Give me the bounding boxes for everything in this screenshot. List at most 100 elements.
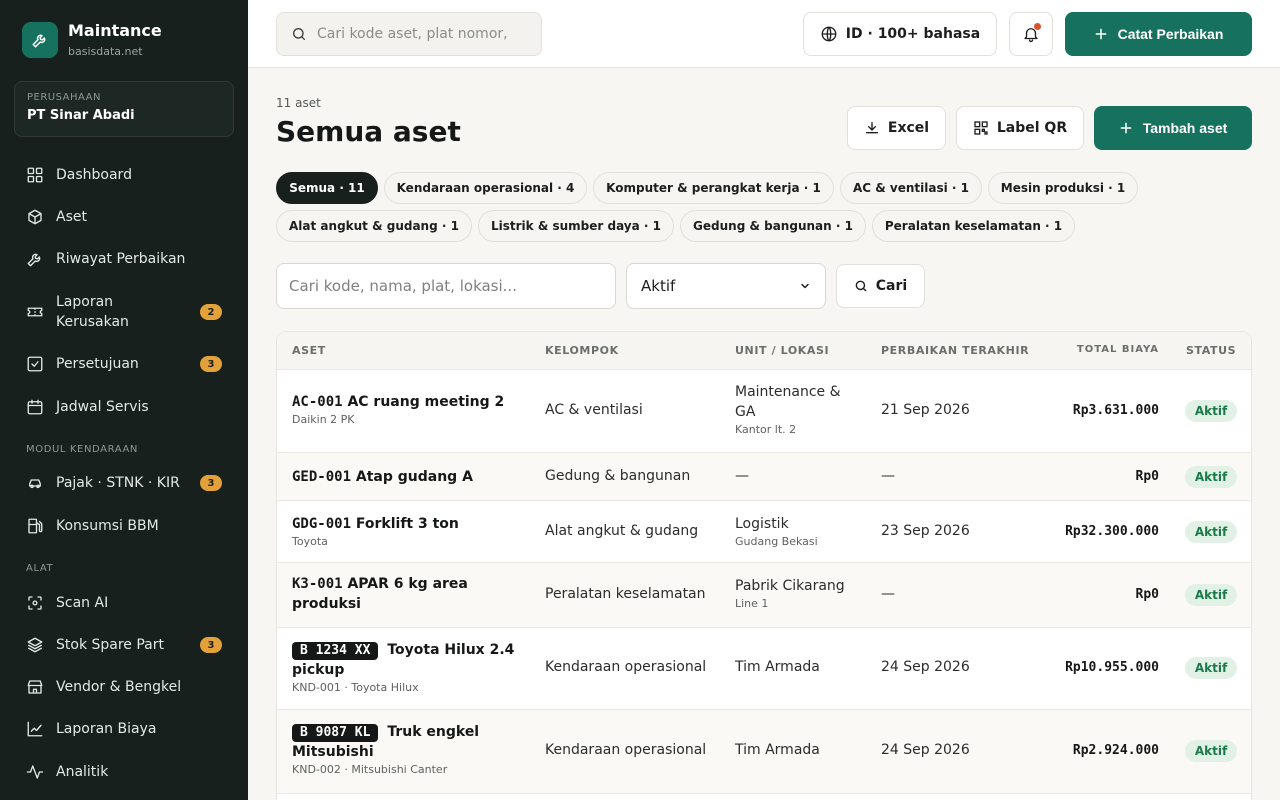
column-header-aset[interactable]: ASET [292, 344, 326, 357]
column-header-total-biaya[interactable]: TOTAL BIAYA [1077, 344, 1159, 355]
sidebar-item-riwayat-perbaikan[interactable]: Riwayat Perbaikan [14, 249, 234, 269]
calendar-icon [26, 398, 44, 416]
catat-perbaikan-button[interactable]: Catat Perbaikan [1065, 12, 1252, 56]
qr-label: Label QR [996, 120, 1068, 136]
asset-cell[interactable]: GED-001 Atap gudang A [292, 467, 532, 487]
chip-alat-angkut[interactable]: Alat angkut & gudang · 1 [276, 210, 472, 242]
asset-subtitle: KND-002 · Mitsubishi Canter [292, 763, 448, 776]
asset-code: GED-001 [292, 469, 352, 485]
sidebar-item-jadwal-servis[interactable]: Jadwal Servis [14, 397, 234, 417]
asset-cell[interactable]: B 9087 KL Truk engkel Mitsubishi KND-002… [292, 722, 517, 776]
notifications-button[interactable] [1009, 12, 1053, 56]
brand-title: Maintance [68, 21, 162, 40]
chip-listrik[interactable]: Listrik & sumber daya · 1 [478, 210, 674, 242]
chevron-down-icon [799, 280, 811, 292]
column-header-perbaikan-terakhir[interactable]: PERBAIKAN TERAKHIR [881, 344, 1029, 357]
global-search-input[interactable] [317, 26, 517, 42]
asset-table: ASET KELOMPOK UNIT / LOKASI PERBAIKAN TE… [276, 331, 1252, 800]
unit-name: Pabrik Cikarang [735, 578, 845, 594]
column-header-kelompok[interactable]: KELOMPOK [545, 344, 619, 357]
language-button[interactable]: ID · 100+ bahasa [803, 12, 997, 56]
company-switcher[interactable]: PERUSAHAAN PT Sinar Abadi [14, 81, 234, 137]
brand[interactable]: Maintance basisdata.net [22, 21, 162, 58]
sidebar-item-persetujuan[interactable]: Persetujuan 3 [14, 354, 234, 374]
topbar: ID · 100+ bahasa Catat Perbaikan [248, 0, 1280, 68]
table-row[interactable]: GDG-001 Forklift 3 ton Toyota Alat angku… [277, 501, 1251, 563]
unit-name: Maintenance & GA [735, 384, 841, 420]
grid-icon [26, 166, 44, 184]
last-repair-date: 24 Sep 2026 [881, 659, 970, 675]
sidebar-item-konsumsi-bbm[interactable]: Konsumsi BBM [14, 516, 234, 536]
asset-cell[interactable]: B 1234 XX Toyota Hilux 2.4 pickup KND-00… [292, 640, 517, 694]
sidebar-item-vendor-bengkel[interactable]: Vendor & Bengkel [14, 677, 234, 697]
sidebar-item-laporan-biaya[interactable]: Laporan Biaya [14, 719, 234, 739]
sidebar-item-analitik[interactable]: Analitik [14, 762, 234, 782]
asset-name: Atap gudang A [355, 469, 473, 485]
table-row[interactable]: K3-001 APAR 6 kg area produksi Peralatan… [277, 563, 1251, 628]
asset-cell[interactable]: GDG-001 Forklift 3 ton Toyota [292, 514, 532, 548]
language-label: ID · 100+ bahasa [845, 26, 981, 42]
label-qr-button[interactable]: Label QR [956, 106, 1084, 150]
total-cost: Rp3.631.000 [1072, 403, 1159, 418]
sidebar-item-label: Vendor & Bengkel [56, 679, 182, 695]
unit-name: Tim Armada [735, 659, 820, 675]
sidebar-item-label: Stok Spare Part [56, 637, 165, 653]
column-header-status[interactable]: STATUS [1186, 344, 1236, 357]
table-row[interactable]: AC-001 AC ruang meeting 2 Daikin 2 PK AC… [277, 370, 1251, 453]
chip-peralatan-keselamatan[interactable]: Peralatan keselamatan · 1 [872, 210, 1075, 242]
status-select[interactable]: Aktif [626, 263, 826, 309]
qr-code-icon [973, 120, 997, 136]
column-header-unit-lokasi[interactable]: UNIT / LOKASI [735, 344, 829, 357]
cari-button[interactable]: Cari [836, 264, 925, 308]
sidebar-item-label: Konsumsi BBM [56, 518, 159, 534]
asset-name: Forklift 3 ton [355, 516, 459, 532]
company-label: PERUSAHAAN [27, 92, 101, 103]
sidebar-item-dashboard[interactable]: Dashboard [14, 165, 234, 185]
sidebar-item-stok-spare-part[interactable]: Stok Spare Part 3 [14, 635, 234, 655]
tambah-aset-button[interactable]: Tambah aset [1094, 106, 1252, 150]
table-row[interactable]: B 1234 XX Toyota Hilux 2.4 pickup KND-00… [277, 628, 1251, 710]
asset-cell[interactable]: K3-001 APAR 6 kg area produksi [292, 574, 492, 614]
table-row[interactable]: GED-001 Atap gudang A Gedung & bangunan … [277, 453, 1251, 501]
sidebar-item-label: Aset [56, 209, 87, 225]
asset-cell[interactable]: AC-001 AC ruang meeting 2 Daikin 2 PK [292, 392, 532, 426]
sidebar: Maintance basisdata.net PERUSAHAAN PT Si… [0, 0, 248, 800]
sidebar-item-label: Persetujuan [56, 356, 139, 372]
unit-name: Tim Armada [735, 742, 820, 758]
excel-export-button[interactable]: Excel [847, 106, 946, 150]
chip-komputer[interactable]: Komputer & perangkat kerja · 1 [593, 172, 834, 204]
ticket-icon [26, 303, 44, 321]
table-row[interactable]: B 9087 KL Truk engkel Mitsubishi KND-002… [277, 710, 1251, 794]
status-badge: Aktif [1185, 657, 1237, 679]
chip-semua[interactable]: Semua · 11 [276, 172, 378, 204]
count-badge: 3 [200, 475, 222, 491]
sidebar-item-pajak-stnk-kir[interactable]: Pajak · STNK · KIR 3 [14, 473, 234, 493]
sidebar-item-label: Pajak · STNK · KIR [56, 475, 180, 491]
sidebar-item-laporan-kerusakan[interactable]: Laporan Kerusakan 2 [14, 292, 234, 332]
chip-ac-ventilasi[interactable]: AC & ventilasi · 1 [840, 172, 982, 204]
line-chart-icon [26, 720, 44, 738]
sidebar-item-label: Laporan Kerusakan [56, 294, 129, 330]
unit-location: Gudang Bekasi [735, 535, 818, 548]
layers-icon [26, 636, 44, 654]
sidebar-item-scan-ai[interactable]: Scan AI [14, 593, 234, 613]
asset-group: Kendaraan operasional [545, 659, 707, 675]
sidebar-item-aset[interactable]: Aset [14, 207, 234, 227]
last-repair-date: 24 Sep 2026 [881, 742, 970, 758]
license-plate: B 1234 XX [292, 642, 379, 660]
asset-search-input[interactable] [276, 263, 616, 309]
global-search[interactable] [276, 12, 542, 56]
total-cost: Rp0 [1135, 469, 1159, 484]
asset-group: Peralatan keselamatan [545, 586, 706, 602]
search-icon [291, 26, 307, 42]
chip-mesin-produksi[interactable]: Mesin produksi · 1 [988, 172, 1138, 204]
plus-icon [1119, 121, 1143, 135]
chip-kendaraan-operasional[interactable]: Kendaraan operasional · 4 [384, 172, 587, 204]
asset-group: Alat angkut & gudang [545, 523, 699, 539]
plus-icon [1094, 27, 1118, 41]
unit-location: Kantor lt. 2 [735, 423, 797, 436]
last-repair-date: 21 Sep 2026 [881, 402, 970, 418]
chip-gedung[interactable]: Gedung & bangunan · 1 [680, 210, 866, 242]
cari-label: Cari [875, 278, 908, 294]
asset-subtitle: Daikin 2 PK [292, 413, 355, 426]
